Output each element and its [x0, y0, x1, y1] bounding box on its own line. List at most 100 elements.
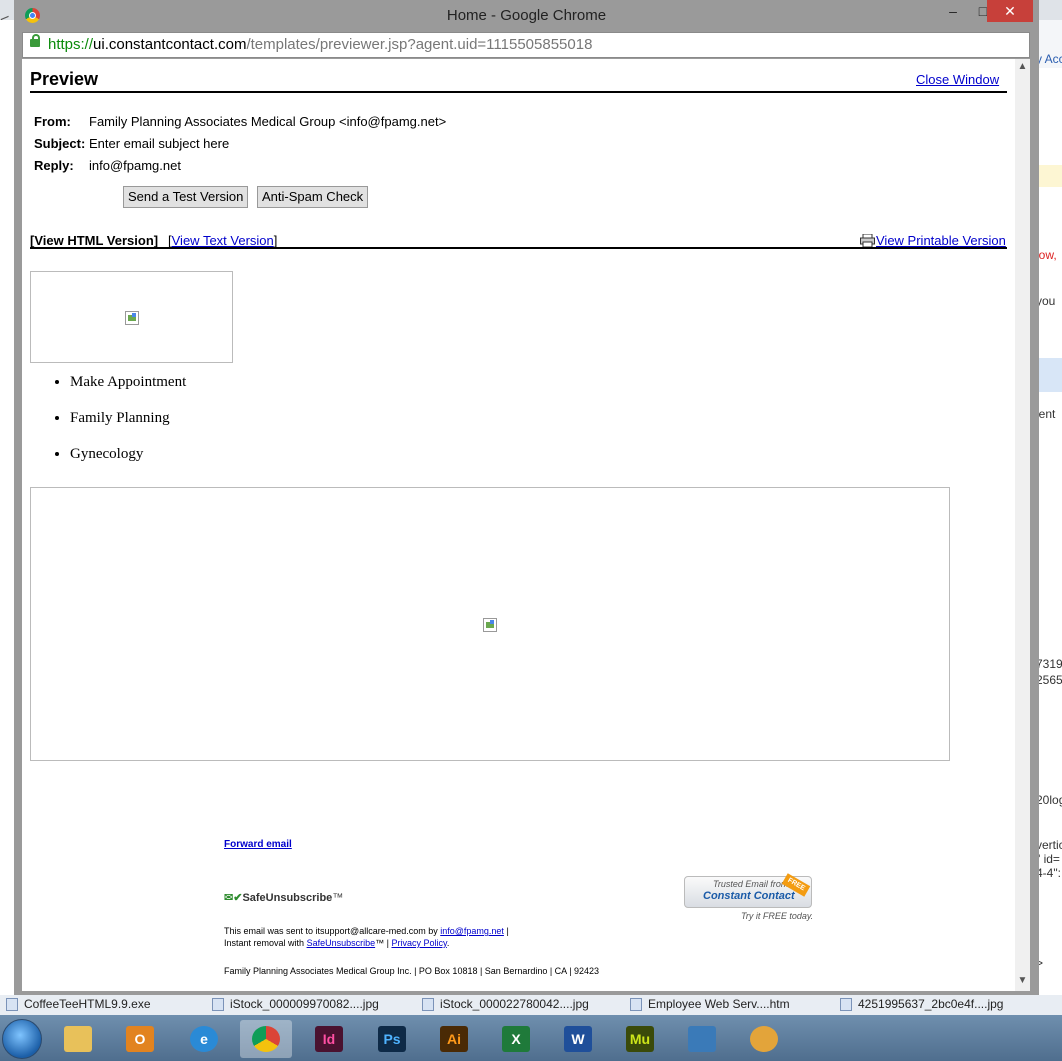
- file-tab[interactable]: iStock_000009970082....jpg: [212, 997, 412, 1012]
- sender-email-link[interactable]: info@fpamg.net: [440, 926, 504, 936]
- safeunsubscribe-logo: ✉✔SafeUnsubscribe™: [224, 891, 343, 904]
- close-window-link[interactable]: Close Window: [916, 72, 999, 87]
- subject-value: Enter email subject here: [89, 136, 230, 151]
- taskbar-word[interactable]: W: [552, 1020, 604, 1058]
- file-icon: [6, 998, 18, 1012]
- privacy-policy-link[interactable]: Privacy Policy: [391, 938, 446, 948]
- background-text: 2565: [1036, 673, 1062, 687]
- url-scheme: https://: [48, 36, 94, 53]
- badge-line1: Trusted Email from: [713, 879, 789, 889]
- removal-line: Instant removal with SafeUnsubscribe™ | …: [224, 938, 449, 948]
- file-tab-label: iStock_000009970082....jpg: [230, 997, 379, 1011]
- word-icon: W: [564, 1026, 592, 1052]
- file-tab-label: Employee Web Serv....htm: [648, 997, 790, 1011]
- file-tab-label: 4251995637_2bc0e4f....jpg: [858, 997, 1004, 1011]
- body-image: [30, 487, 950, 761]
- file-tab[interactable]: CoffeeTeeHTML9.9.exe: [6, 997, 196, 1012]
- printer-icon[interactable]: [860, 234, 875, 247]
- reply-label: Reply:: [34, 158, 74, 173]
- address-bar[interactable]: https://ui.constantcontact.com/templates…: [22, 32, 1030, 58]
- window-title: Home - Google Chrome: [446, 7, 607, 24]
- taskbar-photoshop[interactable]: Ps: [366, 1020, 418, 1058]
- view-text-link[interactable]: View Text Version: [172, 233, 274, 248]
- file-tab[interactable]: iStock_000022780042....jpg: [422, 997, 617, 1012]
- try-free-text: Try it FREE today.: [741, 911, 814, 921]
- scroll-up-icon[interactable]: ▲: [1015, 61, 1030, 72]
- send-test-button[interactable]: Send a Test Version: [123, 186, 249, 208]
- title-divider: [30, 91, 1007, 93]
- page-title: Preview: [30, 69, 99, 89]
- url-text[interactable]: https://ui.constantcontact.com/templates…: [48, 36, 592, 53]
- from-label: From:: [34, 114, 71, 129]
- file-icon: [630, 998, 642, 1012]
- file-explorer-icon: [64, 1026, 92, 1052]
- chrome-icon: [252, 1026, 280, 1052]
- taskbar-user-app[interactable]: [738, 1020, 790, 1058]
- outlook-icon: O: [126, 1026, 154, 1052]
- safeunsubscribe-link[interactable]: SafeUnsubscribe: [307, 938, 376, 948]
- lock-icon: [30, 34, 40, 47]
- constant-contact-badge[interactable]: Trusted Email from Constant Contact FREE: [684, 873, 812, 908]
- list-item[interactable]: Make Appointment: [70, 374, 186, 410]
- taskbar-photo-viewer[interactable]: [676, 1020, 728, 1058]
- period: .: [446, 938, 450, 948]
- taskbar-illustrator[interactable]: Ai: [428, 1020, 480, 1058]
- file-tab[interactable]: Employee Web Serv....htm: [630, 997, 830, 1012]
- separator: |: [506, 926, 509, 936]
- url-path: /templates/previewer.jsp?agent.uid=11155…: [246, 36, 593, 53]
- vertical-scrollbar[interactable]: ▲ ▼: [1015, 59, 1030, 991]
- broken-image-icon: [483, 618, 497, 632]
- excel-icon: X: [502, 1026, 530, 1052]
- taskbar-excel[interactable]: X: [490, 1020, 542, 1058]
- reply-value: info@fpamg.net: [89, 158, 181, 173]
- taskbar-file-explorer[interactable]: [52, 1020, 104, 1058]
- file-icon: [212, 998, 224, 1012]
- separator: |: [386, 938, 389, 948]
- badge-line2: Constant Contact: [703, 890, 795, 902]
- background-text: 20log: [1036, 793, 1062, 807]
- illustrator-icon: Ai: [440, 1026, 468, 1052]
- url-host: ui.constantcontact.com: [93, 36, 247, 53]
- list-item[interactable]: Family Planning: [70, 410, 186, 446]
- file-tab-label: CoffeeTeeHTML9.9.exe: [24, 997, 151, 1011]
- bracket-close: ]: [273, 233, 278, 248]
- background-text: low,: [1036, 248, 1057, 262]
- background-text: 7319: [1036, 657, 1062, 671]
- muse-icon: Mu: [626, 1026, 654, 1052]
- file-tab[interactable]: 4251995637_2bc0e4f....jpg: [840, 997, 1040, 1012]
- safeunsubscribe-logo-text: SafeUnsubscribe: [242, 892, 333, 904]
- trademark: ™: [375, 938, 385, 948]
- minimize-button[interactable]: –: [940, 0, 966, 22]
- view-text-wrapper: [View Text Version]: [168, 233, 277, 248]
- list-item[interactable]: Gynecology: [70, 446, 186, 482]
- background-text: y Acc: [1036, 52, 1062, 66]
- file-icon: [422, 998, 434, 1012]
- chrome-popup-window: Home - Google Chrome – □ ✕ https://ui.co…: [14, 0, 1039, 996]
- taskbar-indesign[interactable]: Id: [303, 1020, 355, 1058]
- forward-email-link[interactable]: Forward email: [224, 839, 292, 850]
- anti-spam-button[interactable]: Anti-Spam Check: [257, 186, 369, 208]
- photoshop-icon: Ps: [378, 1026, 406, 1052]
- start-button[interactable]: [2, 1019, 42, 1059]
- close-button[interactable]: ✕: [987, 0, 1033, 22]
- page-content: Preview Close Window From: Family Planni…: [22, 59, 1015, 991]
- subject-label: Subject:: [34, 136, 86, 151]
- sent-to-text: This email was sent to itsupport@allcare…: [224, 926, 438, 936]
- view-printable-link[interactable]: View Printable Version: [876, 233, 1006, 248]
- menu-list: Make Appointment Family Planning Gynecol…: [50, 374, 186, 482]
- view-html-label: [View HTML Version]: [30, 233, 159, 248]
- taskbar-muse[interactable]: Mu: [614, 1020, 666, 1058]
- trademark: ™: [332, 892, 344, 904]
- taskbar-internet-explorer[interactable]: e: [178, 1020, 230, 1058]
- from-value: Family Planning Associates Medical Group…: [89, 114, 447, 129]
- instant-removal-text: Instant removal with: [224, 938, 305, 948]
- sent-to-line: This email was sent to itsupport@allcare…: [224, 926, 509, 936]
- view-divider: [30, 247, 1007, 249]
- taskbar-chrome[interactable]: [240, 1020, 292, 1058]
- user-icon: [750, 1026, 778, 1052]
- file-tabs-row: CoffeeTeeHTML9.9.exe iStock_000009970082…: [0, 995, 1062, 1015]
- taskbar-outlook[interactable]: O: [114, 1020, 166, 1058]
- internet-explorer-icon: e: [190, 1026, 218, 1052]
- file-tab-label: iStock_000022780042....jpg: [440, 997, 589, 1011]
- scroll-down-icon[interactable]: ▼: [1015, 975, 1030, 986]
